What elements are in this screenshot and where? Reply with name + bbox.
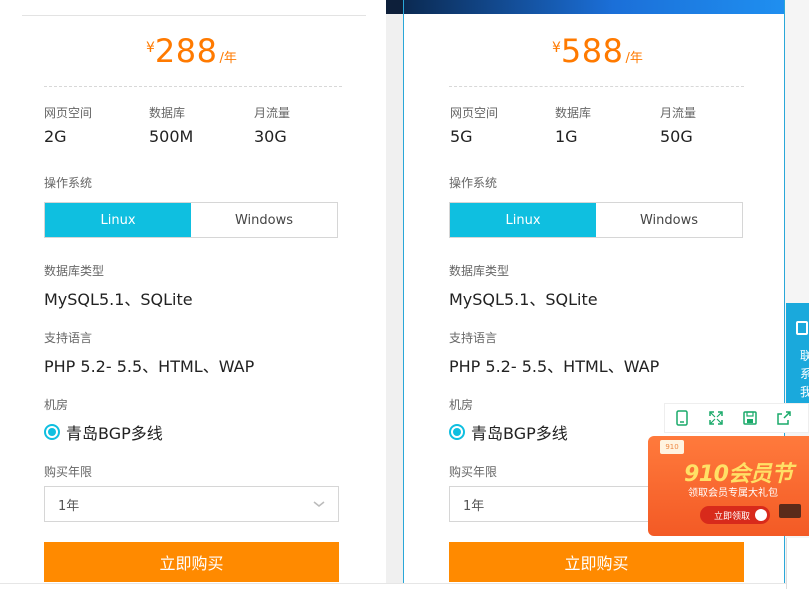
spec-label: 月流量 (660, 106, 697, 120)
radio-checked-icon[interactable] (44, 424, 60, 440)
os-selector: Linux Windows (449, 202, 743, 238)
os-label: 操作系统 (44, 176, 93, 190)
room-label: 机房 (449, 398, 474, 412)
spec-web-space: 网页空间 2G (44, 105, 92, 146)
db-type-label: 数据库类型 (449, 264, 510, 278)
db-type-label: 数据库类型 (44, 264, 105, 278)
bottom-divider (0, 583, 809, 589)
price-amount: 288 (154, 32, 218, 70)
db-type-value: MySQL5.1、SQLite (449, 290, 598, 309)
term-value: 1年 (463, 498, 485, 514)
radio-checked-icon[interactable] (449, 424, 465, 440)
spec-database: 数据库 500M (149, 105, 193, 146)
spec-label: 数据库 (555, 106, 592, 120)
scroll-top-button[interactable] (786, 538, 809, 589)
os-linux-button[interactable]: Linux (45, 203, 191, 237)
os-windows-button[interactable]: Windows (191, 203, 337, 237)
os-selector: Linux Windows (44, 202, 338, 238)
price-unit: /年 (219, 51, 237, 66)
price-unit: /年 (625, 51, 643, 66)
chat-icon (796, 321, 808, 335)
room-value: 青岛BGP多线 (66, 424, 163, 443)
arrow-right-icon (755, 509, 767, 521)
spec-traffic: 月流量 30G (254, 105, 290, 146)
gutter (386, 0, 403, 589)
os-label: 操作系统 (449, 176, 498, 190)
spec-traffic: 月流量 50G (660, 105, 696, 146)
price-amount: 588 (560, 32, 624, 70)
promo-banner[interactable]: 910 910会员节 领取会员专属大礼包 立即领取 (648, 436, 809, 536)
lang-label: 支持语言 (44, 331, 93, 345)
term-label: 购买年限 (449, 465, 498, 479)
os-linux-button[interactable]: Linux (450, 203, 596, 237)
term-label: 购买年限 (44, 465, 93, 479)
room-label: 机房 (44, 398, 69, 412)
specs: 网页空间 5G 数据库 1G 月流量 50G (450, 105, 750, 150)
room-value: 青岛BGP多线 (471, 424, 568, 443)
spec-label: 月流量 (254, 106, 291, 120)
term-value: 1年 (58, 498, 80, 514)
price: ¥588/年 (552, 32, 643, 70)
lang-value: PHP 5.2- 5.5、HTML、WAP (449, 357, 660, 376)
lang-value: PHP 5.2- 5.5、HTML、WAP (44, 357, 255, 376)
term-select[interactable]: 1年 (44, 486, 339, 522)
spec-value: 2G (44, 127, 67, 146)
spec-label: 网页空间 (44, 106, 93, 120)
side-tab-text: 联系我 (800, 349, 809, 399)
fullscreen-icon[interactable] (699, 403, 733, 433)
card-topbar (404, 0, 784, 14)
room-radio[interactable]: 青岛BGP多线 (44, 420, 163, 444)
divider (22, 15, 366, 16)
promo-subtitle: 领取会员专属大礼包 (688, 488, 778, 499)
spec-value: 500M (149, 127, 194, 146)
spec-label: 数据库 (149, 106, 186, 120)
promo-cta-button[interactable]: 立即领取 (700, 506, 770, 524)
contact-side-tab[interactable]: 联系我 (786, 303, 809, 403)
price-currency: ¥ (146, 40, 155, 56)
lang-label: 支持语言 (449, 331, 498, 345)
price-currency: ¥ (552, 40, 561, 56)
buy-now-button[interactable]: 立即购买 (449, 542, 744, 582)
chevron-down-icon (313, 501, 325, 507)
gutter-top (386, 0, 403, 14)
save-icon[interactable] (733, 403, 767, 433)
share-icon[interactable] (767, 403, 801, 433)
plan-card-1: ¥288/年 网页空间 2G 数据库 500M 月流量 30G 操作系统 Lin… (0, 0, 386, 589)
room-radio[interactable]: 青岛BGP多线 (449, 420, 568, 444)
price: ¥288/年 (146, 32, 237, 70)
promo-tag: 910 (660, 440, 684, 454)
specs: 网页空间 2G 数据库 500M 月流量 30G (44, 105, 344, 150)
spec-value: 30G (254, 127, 287, 146)
gift-icon (779, 504, 801, 518)
spec-label: 网页空间 (450, 106, 499, 120)
spec-web-space: 网页空间 5G (450, 105, 498, 146)
phone-icon[interactable] (665, 403, 699, 433)
spec-value: 5G (450, 127, 473, 146)
dashed-divider (44, 86, 342, 87)
db-type-value: MySQL5.1、SQLite (44, 290, 193, 309)
spec-database: 数据库 1G (555, 105, 591, 146)
buy-now-button[interactable]: 立即购买 (44, 542, 339, 582)
dashed-divider (449, 86, 744, 87)
promo-cta-label: 立即领取 (714, 511, 751, 522)
float-toolbar (664, 403, 809, 433)
spec-value: 1G (555, 127, 578, 146)
spec-value: 50G (660, 127, 693, 146)
os-windows-button[interactable]: Windows (596, 203, 742, 237)
